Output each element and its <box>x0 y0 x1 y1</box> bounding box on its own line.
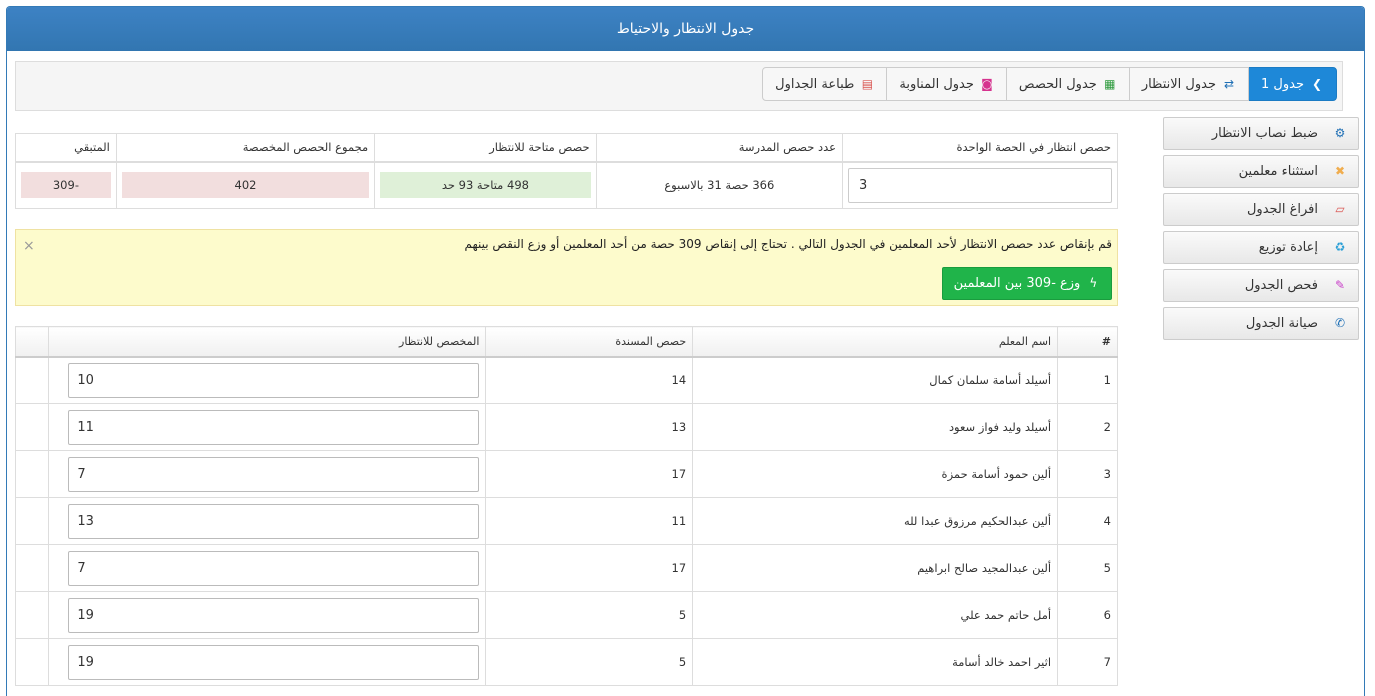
table-row: 1 أسيلد أسامة سلمان كمال 14 10 <box>14 356 1118 404</box>
stats-header-total-allocated: مجموع الحصص المخصصة <box>115 132 376 163</box>
available-value: 498 متاحة 93 حد <box>380 172 591 199</box>
col-header-name: اسم المعلم <box>692 326 1059 358</box>
duty-table-button[interactable]: ◙جدول المناوبة <box>886 67 1007 101</box>
wrench-icon: ✆ <box>1334 316 1346 330</box>
warning-alert: قم بإنقاص عدد حصص الانتظار لأحد المعلمين… <box>15 229 1118 306</box>
eraser-icon: ▱ <box>1335 202 1345 216</box>
table-row: 2 أسيلد وليد فواز سعود 13 11 <box>14 403 1118 451</box>
col-header-num: # <box>1057 326 1118 358</box>
recycle-icon: ♻ <box>1334 240 1346 254</box>
assigned-count: 17 <box>485 544 694 592</box>
tables-toolbar: ❯جدول 1 ⇄جدول الانتظار ▦جدول الحصص ◙جدول… <box>15 61 1343 111</box>
chevron-right-icon: ❯ <box>1311 77 1323 91</box>
allocated-input[interactable]: 7 <box>68 456 480 492</box>
per-period-input[interactable]: 3 <box>848 167 1112 203</box>
per-period-cell: 3 <box>842 161 1118 209</box>
sidebar-item-redistribute[interactable]: ♻إعادة توزيع <box>1163 231 1359 264</box>
row-num: 5 <box>1057 544 1118 592</box>
teacher-name: ألين عبدالمجيد صالح ابراهيم <box>692 544 1059 592</box>
allocated-input[interactable]: 13 <box>68 503 480 539</box>
teachers-table: # اسم المعلم حصص المسندة المخصص للانتظار… <box>14 326 1118 686</box>
sidebar-item-maintain-table[interactable]: ✆صيانة الجدول <box>1163 307 1359 340</box>
alert-message: قم بإنقاص عدد حصص الانتظار لأحد المعلمين… <box>464 237 1112 251</box>
table-row: 6 أمل حاتم حمد علي 5 19 <box>14 591 1118 639</box>
distribute-button[interactable]: ϟوزع -309 بين المعلمين <box>942 267 1112 300</box>
teacher-name: ألين حمود أسامة حمزة <box>692 450 1059 498</box>
allocated-input[interactable]: 11 <box>68 409 480 445</box>
allocated-input[interactable]: 19 <box>68 644 480 680</box>
assigned-count: 5 <box>485 638 694 686</box>
teacher-name: ألين عبدالحكيم مرزوق عبدا لله <box>692 497 1059 545</box>
stats-header-school-periods: عدد حصص المدرسة <box>595 132 844 163</box>
row-num: 2 <box>1057 403 1118 451</box>
teacher-name: أسيلد وليد فواز سعود <box>692 403 1059 451</box>
refresh-icon: ⇄ <box>1223 77 1235 91</box>
badge-icon: ◙ <box>981 77 993 91</box>
periods-table-button[interactable]: ▦جدول الحصص <box>1005 67 1130 101</box>
close-icon[interactable]: × <box>23 238 35 254</box>
stats-header-available: حصص متاحة للانتظار <box>374 132 597 163</box>
row-num: 4 <box>1057 497 1118 545</box>
sidebar-item-check-table[interactable]: ✎فحص الجدول <box>1163 269 1359 302</box>
table-icon: ▦ <box>1104 77 1116 91</box>
teacher-name: اثير احمد خالد أسامة <box>692 638 1059 686</box>
stats-table: حصص انتظار في الحصة الواحدة عدد حصص المد… <box>15 132 1118 209</box>
waiting-table-button[interactable]: ⇄جدول الانتظار <box>1128 67 1249 101</box>
table-1-button[interactable]: ❯جدول 1 <box>1248 67 1337 101</box>
row-num: 1 <box>1057 356 1118 404</box>
sidebar-item-exclude-teachers[interactable]: ✖استثناء معلمين <box>1163 155 1359 188</box>
stats-header-remaining: المتبقي <box>15 132 117 163</box>
row-num: 3 <box>1057 450 1118 498</box>
school-periods-value: 366 حصة 31 بالاسبوع <box>595 161 844 209</box>
pdf-icon: ▤ <box>861 77 874 91</box>
sidebar-item-clear-table[interactable]: ▱افراغ الجدول <box>1163 193 1359 226</box>
sidebar: ⚙ضبط نصاب الانتظار ✖استثناء معلمين ▱افرا… <box>1163 117 1359 345</box>
teacher-name: أمل حاتم حمد علي <box>692 591 1059 639</box>
teacher-name: أسيلد أسامة سلمان كمال <box>692 356 1059 404</box>
total-allocated-value: 402 <box>121 172 370 199</box>
print-tables-button[interactable]: ▤طباعة الجداول <box>762 67 888 101</box>
col-header-allocated: المخصص للانتظار <box>48 326 487 358</box>
assigned-count: 13 <box>485 403 694 451</box>
assigned-count: 5 <box>485 591 694 639</box>
allocated-input[interactable]: 10 <box>68 362 480 398</box>
allocated-input[interactable]: 7 <box>68 550 480 586</box>
page-title: جدول الانتظار والاحتياط <box>7 7 1364 51</box>
remaining-value: -309 <box>21 172 111 199</box>
row-num: 6 <box>1057 591 1118 639</box>
gear-icon: ⚙ <box>1334 126 1346 140</box>
assigned-count: 17 <box>485 450 694 498</box>
table-row: 4 ألين عبدالحكيم مرزوق عبدا لله 11 13 <box>14 497 1118 545</box>
table-row: 7 اثير احمد خالد أسامة 5 19 <box>14 638 1118 686</box>
assigned-count: 11 <box>485 497 694 545</box>
magic-wand-icon: ✎ <box>1334 278 1346 292</box>
allocated-input[interactable]: 19 <box>68 597 480 633</box>
user-remove-icon: ✖ <box>1334 164 1346 178</box>
col-header-extra <box>14 326 50 358</box>
row-num: 7 <box>1057 638 1118 686</box>
bolt-icon: ϟ <box>1089 276 1098 290</box>
table-row: 5 ألين عبدالمجيد صالح ابراهيم 17 7 <box>14 544 1118 592</box>
table-row: 3 ألين حمود أسامة حمزة 17 7 <box>14 450 1118 498</box>
assigned-count: 14 <box>485 356 694 404</box>
col-header-assigned: حصص المسندة <box>485 326 694 358</box>
stats-header-per-period: حصص انتظار في الحصة الواحدة <box>842 132 1118 163</box>
sidebar-item-waiting-quota[interactable]: ⚙ضبط نصاب الانتظار <box>1163 117 1359 150</box>
